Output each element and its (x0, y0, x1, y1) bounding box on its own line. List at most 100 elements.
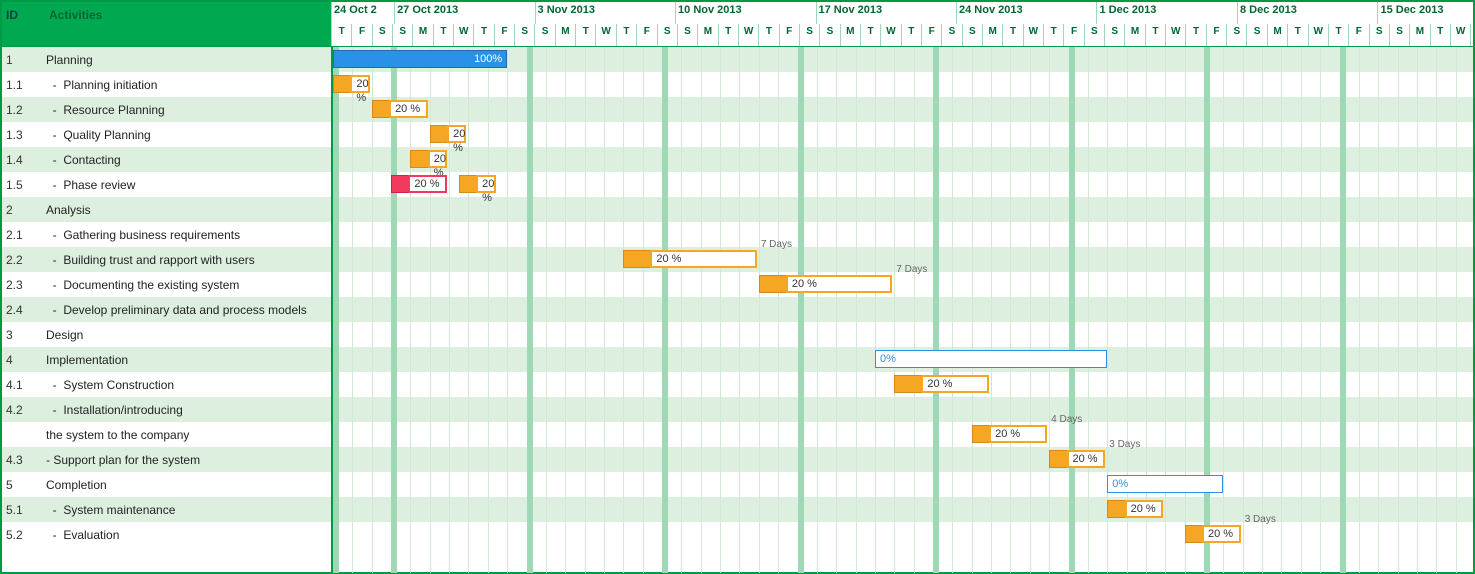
task-row: 2.1 - Gathering business requirements (2, 222, 331, 247)
grid-line (604, 47, 605, 573)
day-label: S (1226, 24, 1246, 46)
grid-line (468, 47, 469, 573)
grid-row (333, 472, 1473, 497)
task-bar[interactable]: 20 % (989, 425, 1047, 443)
day-label: T (616, 24, 636, 46)
week-label: 24 Nov 2013 (956, 2, 1096, 24)
grid-row (333, 422, 1473, 447)
day-label: T (1470, 24, 1473, 46)
grid-row (333, 272, 1473, 297)
grid-line (1301, 47, 1302, 573)
day-label: F (351, 24, 371, 46)
day-label: T (1430, 24, 1450, 46)
task-bar[interactable]: 20 % (389, 100, 428, 118)
grid-line (972, 47, 973, 573)
task-bar[interactable]: 20 % (428, 150, 447, 168)
day-label: F (921, 24, 941, 46)
task-bar[interactable]: 20 % (408, 175, 447, 193)
progress-bar[interactable] (623, 250, 652, 268)
grid-row (333, 297, 1473, 322)
summary-bar[interactable]: 0% (875, 350, 1107, 368)
day-label: F (636, 24, 656, 46)
task-bar[interactable]: 20 % (786, 275, 892, 293)
task-bar[interactable]: 20 % (1067, 450, 1106, 468)
task-bar[interactable]: 20 % (921, 375, 989, 393)
grid-line (643, 47, 644, 573)
grid-line (856, 47, 857, 573)
grid-line (1398, 47, 1399, 573)
task-bar[interactable]: 20 % (350, 75, 369, 93)
task-id: 2.4 (2, 303, 42, 317)
task-row: 5.2 - Evaluation (2, 522, 331, 547)
task-row: 1.4 - Contacting (2, 147, 331, 172)
day-label: T (331, 24, 351, 46)
week-label: 17 Nov 2013 (816, 2, 956, 24)
day-label: T (575, 24, 595, 46)
day-label: S (372, 24, 392, 46)
grid-row (333, 447, 1473, 472)
grid-line (1146, 47, 1147, 573)
day-label: S (534, 24, 554, 46)
grid-line (1223, 47, 1224, 573)
grid-row (333, 397, 1473, 422)
week-label: 8 Dec 2013 (1237, 2, 1377, 24)
progress-bar[interactable] (894, 375, 923, 393)
day-label: F (1206, 24, 1226, 46)
task-bar[interactable]: 20 % (1125, 500, 1164, 518)
task-id: 1.4 (2, 153, 42, 167)
day-label: T (433, 24, 453, 46)
day-label: W (880, 24, 900, 46)
task-id: 1.5 (2, 178, 42, 192)
task-row: 1.2 - Resource Planning (2, 97, 331, 122)
task-bar[interactable]: 20 % (447, 125, 466, 143)
grid-line (1204, 47, 1210, 573)
grid-line (798, 47, 804, 573)
day-label: S (392, 24, 412, 46)
grid-line (662, 47, 668, 573)
task-id: 1.1 (2, 78, 42, 92)
summary-bar[interactable]: 0% (1107, 475, 1223, 493)
task-id: 4 (2, 353, 42, 367)
day-label: S (962, 24, 982, 46)
grid-line (1340, 47, 1346, 573)
task-name: - Phase review (42, 178, 331, 192)
grid-line (1107, 47, 1108, 573)
header-timeline: 24 Oct 227 Oct 20133 Nov 201310 Nov 2013… (331, 2, 1473, 46)
summary-bar[interactable]: 100% (333, 50, 507, 68)
duration-label: 4 Days (1051, 414, 1082, 425)
grid-line (1127, 47, 1128, 573)
task-row: 1Planning (2, 47, 331, 72)
week-label: 10 Nov 2013 (675, 2, 815, 24)
task-bar[interactable]: 20 % (1202, 525, 1241, 543)
day-label: T (1287, 24, 1307, 46)
day-label: T (473, 24, 493, 46)
col-activities: Activities (43, 2, 331, 46)
grid-line (352, 47, 353, 573)
task-name: - Evaluation (42, 528, 331, 542)
day-label: M (412, 24, 432, 46)
day-label: M (697, 24, 717, 46)
grid-row (333, 322, 1473, 347)
day-label: S (514, 24, 534, 46)
task-id: 4.3 (2, 453, 42, 467)
day-label: M (1267, 24, 1287, 46)
grid-line (507, 47, 508, 573)
day-label: M (1409, 24, 1429, 46)
task-name: - Quality Planning (42, 128, 331, 142)
task-bar[interactable]: 20 % (650, 250, 756, 268)
task-id: 2.1 (2, 228, 42, 242)
duration-label: 3 Days (1245, 514, 1276, 525)
grid-line (1436, 47, 1437, 573)
task-bar[interactable]: 20 % (476, 175, 495, 193)
grid-line (1010, 47, 1011, 573)
grid-row (333, 122, 1473, 147)
day-label: F (1063, 24, 1083, 46)
progress-bar[interactable] (759, 275, 788, 293)
task-row: 1.1 - Planning initiation (2, 72, 331, 97)
gantt-area[interactable]: 100%20 %20 %20 %20 %20 %20 %20 %7 Days20… (333, 47, 1473, 573)
grid-line (1456, 47, 1457, 573)
task-name: - Gathering business requirements (42, 228, 331, 242)
duration-label: 3 Days (1109, 439, 1140, 450)
task-name: - Resource Planning (42, 103, 331, 117)
week-label: 27 Oct 2013 (394, 2, 534, 24)
